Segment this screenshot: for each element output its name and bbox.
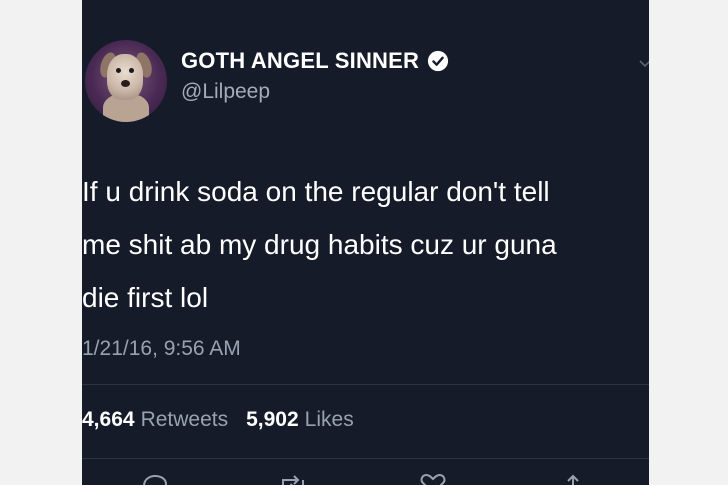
divider <box>82 458 649 459</box>
avatar-dog-eye-right <box>129 68 134 73</box>
retweets-label[interactable]: Retweets <box>141 408 229 432</box>
tweet-card: GOTH ANGEL SINNER @Lilpeep If u drink so… <box>82 0 649 485</box>
engagement-stats: 4,664 Retweets 5,902 Likes <box>82 408 354 432</box>
tweet-timestamp[interactable]: 1/21/16, 9:56 AM <box>82 337 241 361</box>
tweet-text-line: me shit ab my drug habits cuz ur guna <box>82 229 557 260</box>
avatar[interactable] <box>85 40 167 122</box>
tweet-text-line: If u drink soda on the regular don't tel… <box>82 176 550 207</box>
action-bar <box>82 474 649 485</box>
likes-count[interactable]: 5,902 <box>246 408 299 432</box>
verified-icon <box>428 50 449 72</box>
share-icon[interactable] <box>558 474 588 485</box>
display-name[interactable]: GOTH ANGEL SINNER <box>181 48 419 74</box>
reply-icon[interactable] <box>140 474 170 485</box>
avatar-dog-eye-left <box>116 68 121 73</box>
avatar-dog-head <box>107 54 143 100</box>
user-handle[interactable]: @Lilpeep <box>181 80 270 104</box>
retweet-icon[interactable] <box>278 474 308 485</box>
author-name-row: GOTH ANGEL SINNER <box>181 46 449 76</box>
divider <box>82 384 649 385</box>
likes-label[interactable]: Likes <box>305 408 354 432</box>
like-icon[interactable] <box>418 474 448 485</box>
chevron-down-icon[interactable] <box>637 56 649 72</box>
tweet-text-line: die first lol <box>82 282 209 313</box>
tweet-text: If u drink soda on the regular don't tel… <box>82 165 649 324</box>
retweets-count[interactable]: 4,664 <box>82 408 135 432</box>
avatar-dog-nose <box>121 80 130 87</box>
